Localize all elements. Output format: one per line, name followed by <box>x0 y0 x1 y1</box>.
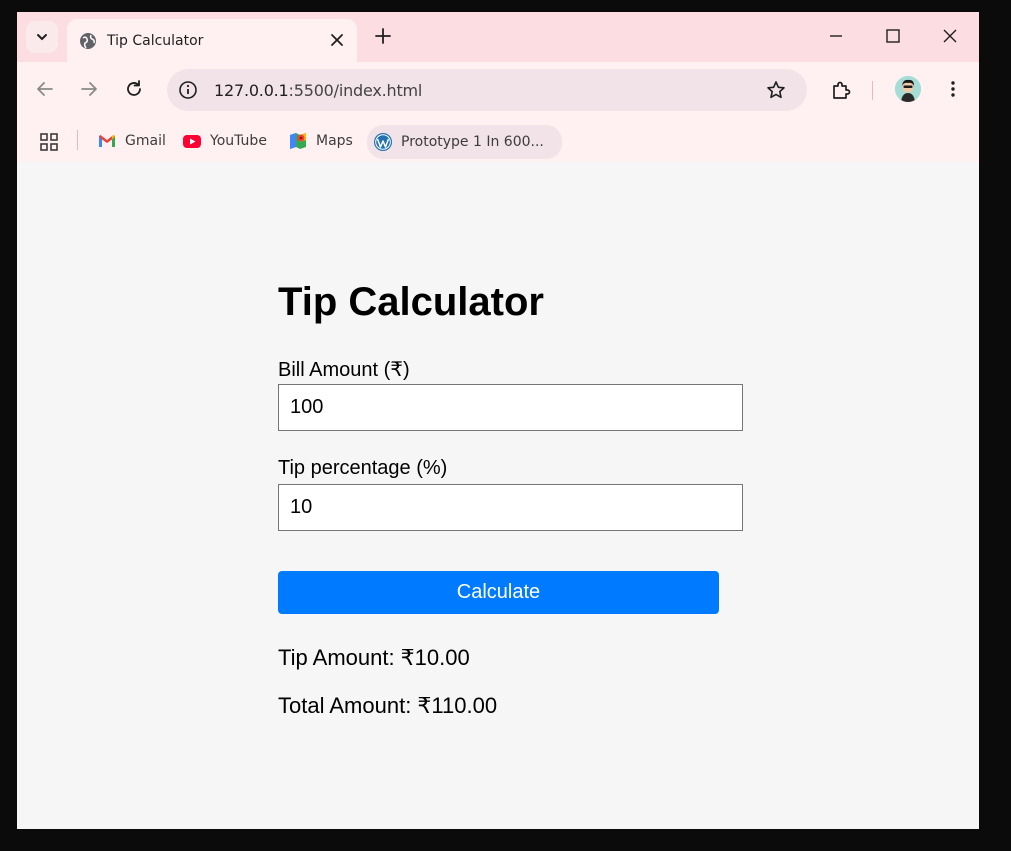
bookmark-label: YouTube <box>210 133 267 149</box>
bookmark-youtube[interactable]: YouTube <box>182 126 267 156</box>
bookmark-label: Prototype 1 In 600... <box>401 134 544 150</box>
bookmark-star-icon[interactable] <box>765 79 787 101</box>
bookmarks-bar: Gmail YouTube Maps Prototype 1 In 600... <box>17 118 979 162</box>
chevron-down-icon <box>37 34 47 41</box>
bill-amount-input[interactable] <box>278 384 743 431</box>
tab-title: Tip Calculator <box>107 33 204 49</box>
close-icon[interactable] <box>328 31 346 49</box>
page-content: Tip Calculator Bill Amount (₹) Tip perce… <box>17 162 979 829</box>
tip-percentage-label: Tip percentage (%) <box>278 457 448 479</box>
page-title: Tip Calculator <box>278 280 544 324</box>
toolbar-divider <box>872 81 873 100</box>
browser-toolbar: 127.0.0.1:5500/index.html <box>17 62 979 118</box>
bookmark-maps[interactable]: Maps <box>288 126 353 156</box>
site-info-icon[interactable] <box>177 79 199 101</box>
tab-tip-calculator[interactable]: Tip Calculator <box>67 19 357 62</box>
reload-icon[interactable] <box>123 78 145 100</box>
tip-calculator-app: Tip Calculator Bill Amount (₹) Tip perce… <box>278 272 748 718</box>
tip-percentage-input[interactable] <box>278 484 743 531</box>
address-bar[interactable]: 127.0.0.1:5500/index.html <box>167 69 807 111</box>
bookmark-gmail[interactable]: Gmail <box>97 126 166 156</box>
profile-avatar[interactable] <box>895 76 921 102</box>
apps-grid-icon[interactable] <box>39 132 59 152</box>
maximize-icon[interactable] <box>882 25 904 47</box>
forward-arrow-icon[interactable] <box>78 78 100 100</box>
maps-icon <box>290 133 306 149</box>
total-amount-result: Total Amount: ₹110.00 <box>278 693 498 718</box>
youtube-icon <box>183 135 201 148</box>
globe-icon <box>80 33 96 49</box>
new-tab-icon[interactable] <box>372 25 394 47</box>
bookmark-wordpress[interactable]: Prototype 1 In 600... <box>367 125 562 159</box>
url-text[interactable]: 127.0.0.1:5500/index.html <box>214 81 422 100</box>
bookmark-label: Gmail <box>125 133 166 149</box>
url-path: :5500/index.html <box>288 81 423 100</box>
minimize-icon[interactable] <box>825 25 847 47</box>
bookmarks-divider <box>77 130 78 150</box>
calculate-button[interactable]: Calculate <box>278 571 719 614</box>
profile-avatar-image <box>895 76 921 102</box>
bill-amount-label: Bill Amount (₹) <box>278 359 410 381</box>
extensions-puzzle-icon[interactable] <box>829 78 853 102</box>
bookmark-label: Maps <box>316 133 353 149</box>
url-host: 127.0.0.1 <box>214 81 289 100</box>
tab-strip: Tip Calculator <box>17 12 979 62</box>
back-arrow-icon[interactable] <box>34 78 56 100</box>
wordpress-icon <box>374 133 392 151</box>
tab-search-button[interactable] <box>26 21 58 53</box>
gmail-icon <box>99 135 115 147</box>
window-close-icon[interactable] <box>939 25 961 47</box>
more-menu-icon[interactable] <box>942 78 964 100</box>
browser-window: Tip Calculator 127.0.0.1:5500/index.html <box>17 12 979 829</box>
tip-amount-result: Tip Amount: ₹10.00 <box>278 645 470 670</box>
